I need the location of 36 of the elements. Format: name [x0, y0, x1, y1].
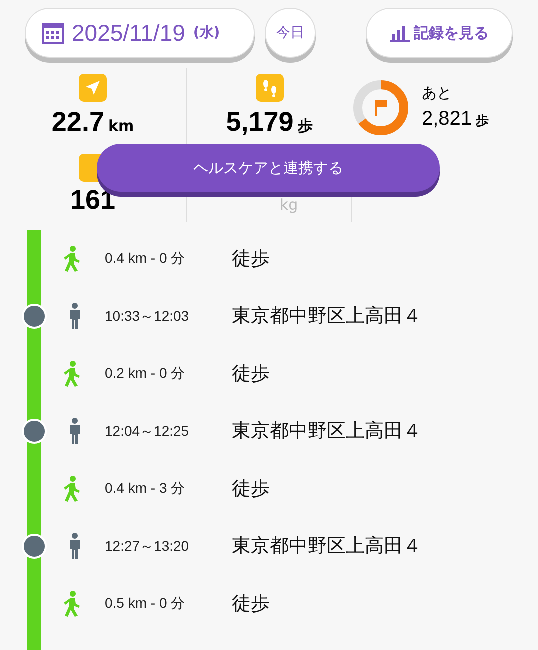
place-label: 東京都中野区上高田４	[232, 419, 422, 444]
distance-duration-text: 0.5 km - 0 分	[105, 594, 186, 614]
distance-value: 22.7	[52, 106, 104, 139]
calendar-icon	[42, 22, 64, 44]
healthcare-link-button[interactable]: ヘルスケアと連携する	[97, 144, 440, 192]
standing-person-icon	[68, 303, 82, 330]
date-text: 2025/11/19	[72, 18, 186, 48]
time-range-text: 12:04～12:25	[105, 422, 190, 441]
place-label: 東京都中野区上高田４	[232, 534, 422, 559]
footprints-icon	[256, 74, 284, 102]
goal-value: 2,821	[422, 107, 472, 132]
standing-person-icon	[68, 418, 82, 444]
time-range-text: 10:33～12:03	[105, 306, 190, 326]
weekday-text: (水)	[193, 24, 220, 42]
walking-person-icon	[62, 476, 82, 502]
steps-value: 5,179	[226, 106, 294, 139]
activity-label: 徒歩	[232, 476, 270, 502]
activity-label: 徒歩	[232, 592, 270, 616]
steps-unit: 歩	[298, 116, 313, 137]
distance-duration-text: 0.4 km - 0 分	[105, 249, 186, 268]
walking-person-icon	[62, 590, 82, 617]
activity-label: 徒歩	[232, 246, 270, 272]
goal-label: あと	[422, 82, 453, 104]
distance-duration-text: 0.4 km - 3 分	[105, 479, 186, 498]
goal-unit: 歩	[476, 113, 490, 132]
distance-duration-text: 0.2 km - 0 分	[105, 364, 186, 384]
bar-chart-icon	[390, 24, 410, 42]
activity-label: 徒歩	[232, 362, 270, 386]
place-label: 東京都中野区上高田４	[232, 304, 422, 329]
walking-person-icon	[62, 360, 82, 387]
walking-person-icon	[62, 246, 82, 272]
weight-unit: kg	[280, 194, 298, 216]
distance-unit: km	[108, 116, 134, 137]
standing-person-icon	[68, 533, 82, 560]
time-range-text: 12:27～13:20	[105, 536, 190, 556]
goal-ring	[352, 79, 410, 137]
